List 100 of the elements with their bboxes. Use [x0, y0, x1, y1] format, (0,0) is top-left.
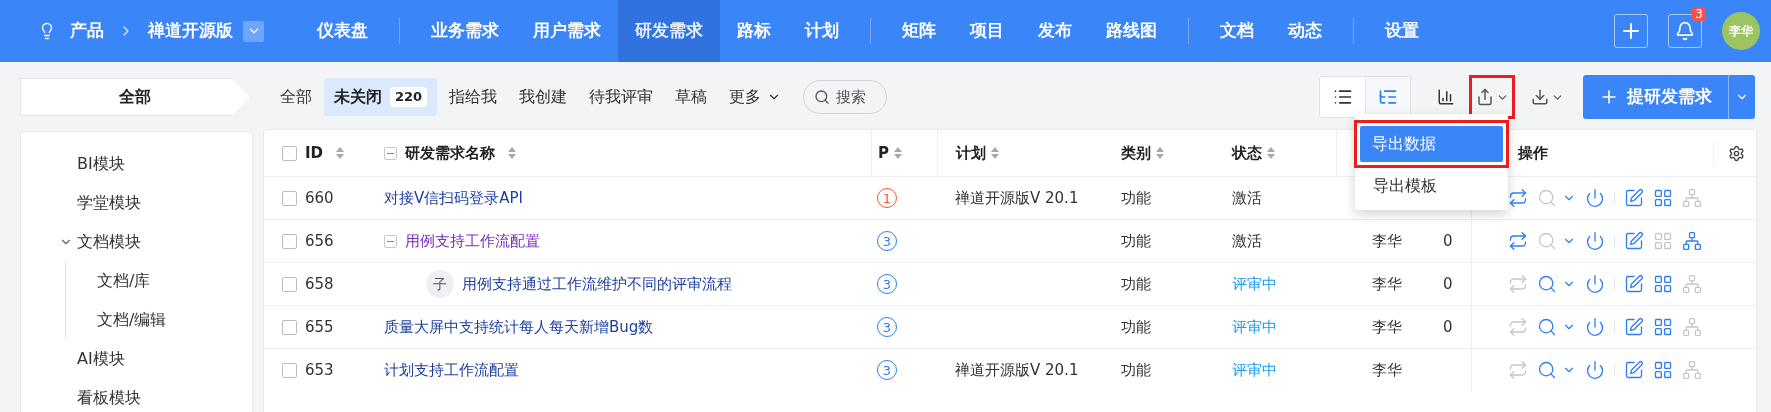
blocks-icon[interactable] [1653, 188, 1673, 208]
filter-tab[interactable]: 草稿 [665, 78, 718, 116]
filter-tab[interactable]: 待我评审 [579, 78, 664, 116]
nav-tab[interactable]: 用户需求 [516, 0, 618, 62]
edit-icon[interactable] [1624, 317, 1644, 337]
column-header[interactable]: P [878, 141, 889, 165]
blocks-icon[interactable] [1653, 317, 1673, 337]
column-header[interactable]: 研发需求名称 [405, 141, 495, 165]
story-link[interactable]: 计划支持工作流配置 [384, 358, 519, 382]
nav-tab[interactable]: 业务需求 [414, 0, 516, 62]
assignee-text: 李华 [1372, 274, 1402, 293]
module-item[interactable]: BI模块 [77, 151, 125, 176]
type-text: 功能 [1121, 188, 1151, 207]
edit-icon[interactable] [1624, 231, 1644, 251]
dropdown-button[interactable] [243, 20, 264, 42]
nav-tab[interactable]: 项目 [953, 0, 1021, 62]
nav-tab[interactable]: 设置 [1368, 0, 1436, 62]
edit-icon[interactable] [1624, 360, 1644, 380]
edit-icon[interactable] [1624, 188, 1644, 208]
column-header[interactable]: ID [305, 141, 324, 165]
type-text: 功能 [1121, 317, 1151, 336]
settings-icon[interactable] [1727, 144, 1745, 162]
collapse-toggle[interactable] [384, 234, 397, 248]
tree-icon[interactable] [1682, 231, 1702, 251]
filter-tab[interactable]: 未关闭 220 [324, 78, 438, 116]
nav-tab[interactable]: 仪表盘 [300, 0, 385, 62]
type-text: 功能 [1121, 231, 1151, 250]
filter-tab[interactable]: 我创建 [509, 78, 578, 116]
power-icon[interactable] [1585, 274, 1605, 294]
module-item[interactable]: 文档/编辑 [97, 307, 167, 332]
story-link[interactable]: 用例支持通过工作流维护不同的评审流程 [462, 272, 732, 296]
row-checkbox[interactable] [282, 362, 297, 378]
module-item[interactable]: 文档/库 [97, 268, 151, 293]
status-text: 激活 [1232, 231, 1262, 250]
row-checkbox[interactable] [282, 145, 297, 161]
nav-tab[interactable]: 路线图 [1089, 0, 1174, 62]
bell-icon [1675, 21, 1695, 41]
story-link[interactable]: 对接V信扫码登录API [384, 186, 523, 210]
column-header[interactable]: 类别 [1121, 141, 1151, 165]
type-text: 功能 [1121, 274, 1151, 293]
date-text: 0 [1443, 231, 1453, 250]
nav-tab[interactable]: 动态 [1271, 0, 1339, 62]
power-icon[interactable] [1585, 360, 1605, 380]
sort-icon[interactable] [1266, 146, 1276, 160]
story-link[interactable]: 用例支持工作流配置 [405, 229, 540, 253]
power-icon[interactable] [1585, 317, 1605, 337]
nav-tab[interactable]: 发布 [1021, 0, 1089, 62]
swap-arrows-icon[interactable] [1508, 231, 1528, 251]
tree-view-button[interactable] [1365, 77, 1410, 117]
power-icon[interactable] [1585, 188, 1605, 208]
column-header[interactable]: 状态 [1232, 141, 1262, 165]
nav-tab[interactable]: 路标 [720, 0, 788, 62]
search-icon[interactable] [1537, 317, 1557, 337]
add-button[interactable] [1614, 14, 1648, 48]
nav-tab[interactable]: 计划 [788, 0, 856, 62]
more-dropdown[interactable]: 更多 [719, 78, 792, 116]
id-text: 656 [305, 230, 334, 252]
row-checkbox[interactable] [282, 190, 297, 206]
collapse-all-toggle[interactable] [384, 146, 397, 160]
status-text: 评审中 [1232, 274, 1277, 293]
menu-item[interactable]: 导出数据 [1360, 126, 1503, 162]
story-link[interactable]: 质量大屏中支持统计每人每天新增Bug数 [384, 315, 654, 339]
filter-tab[interactable]: 指给我 [439, 78, 508, 116]
nav-tab[interactable]: 研发需求 [618, 0, 720, 62]
module-item[interactable]: 看板模块 [77, 385, 141, 410]
sort-icon[interactable] [893, 146, 903, 160]
search-icon[interactable] [1537, 274, 1557, 294]
module-item[interactable]: 文档模块 [77, 229, 141, 254]
search-icon[interactable] [1537, 360, 1557, 380]
blocks-icon[interactable] [1653, 360, 1673, 380]
module-item[interactable]: AI模块 [77, 346, 125, 371]
id-text: 658 [305, 273, 334, 295]
filter-tab[interactable]: 全部 [270, 78, 322, 116]
row-checkbox[interactable] [282, 233, 297, 249]
product-name[interactable]: 禅道开源版 [148, 18, 233, 44]
import-icon [1530, 88, 1549, 106]
sort-icon[interactable] [335, 146, 346, 160]
id-text: 655 [305, 316, 334, 338]
row-checkbox[interactable] [282, 319, 297, 335]
edit-icon[interactable] [1624, 274, 1644, 294]
bar-chart-icon [1437, 88, 1455, 106]
power-icon[interactable] [1585, 231, 1605, 251]
module-selector[interactable]: 全部 [20, 78, 250, 116]
sort-icon[interactable] [507, 146, 517, 160]
id-text: 653 [305, 359, 334, 381]
nav-tab[interactable]: 文档 [1203, 0, 1271, 62]
module-item[interactable]: 学堂模块 [77, 190, 141, 215]
status-text: 评审中 [1232, 317, 1277, 336]
column-header[interactable]: 计划 [956, 141, 986, 165]
assignee-text: 李华 [1372, 231, 1402, 250]
breadcrumb-link[interactable]: 产品 [70, 18, 104, 44]
nav-tab[interactable]: 矩阵 [885, 0, 953, 62]
sort-icon[interactable] [990, 146, 1000, 160]
swap-arrows-icon[interactable] [1508, 188, 1528, 208]
column-header: 操作 [1518, 142, 1548, 164]
sort-icon[interactable] [1155, 146, 1165, 160]
blocks-icon[interactable] [1653, 274, 1673, 294]
row-checkbox[interactable] [282, 276, 297, 292]
menu-item[interactable]: 导出模板 [1361, 168, 1502, 204]
assignee-text: 李华 [1372, 317, 1402, 336]
